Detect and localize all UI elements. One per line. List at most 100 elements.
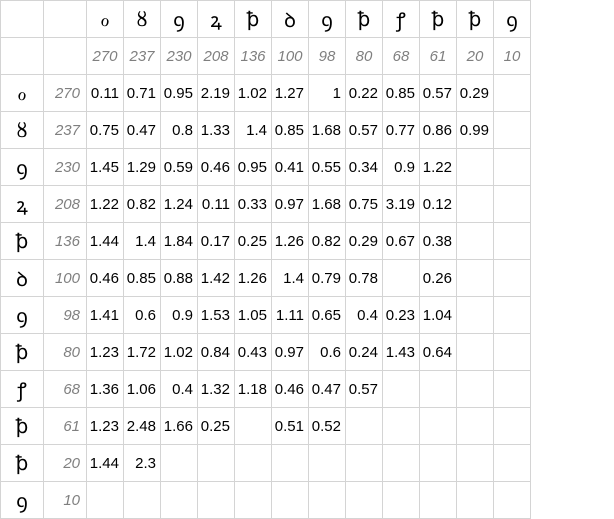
row-count: 20 (44, 445, 87, 482)
table-cell: 0.75 (87, 112, 124, 149)
row-symbol: ꝥ (1, 334, 44, 371)
table-cell: 0.11 (198, 186, 235, 223)
table-cell (235, 408, 272, 445)
row-count: 61 (44, 408, 87, 445)
table-cell: 0.79 (309, 260, 346, 297)
column-symbol: ꝥ (420, 1, 457, 38)
table-cell: 2.3 (124, 445, 161, 482)
row-count: 100 (44, 260, 87, 297)
table-cell (494, 408, 531, 445)
row-symbol: ꝥ (1, 408, 44, 445)
table-cell (420, 408, 457, 445)
column-symbol: ȣ (124, 1, 161, 38)
table-cell: 2.19 (198, 75, 235, 112)
table-cell: 0.65 (309, 297, 346, 334)
table-cell: 1.05 (235, 297, 272, 334)
table-cell: 0.64 (420, 334, 457, 371)
table-cell (457, 149, 494, 186)
table-cell: 1.29 (124, 149, 161, 186)
row-symbol: ꝺ (1, 260, 44, 297)
table-cell (235, 445, 272, 482)
table-cell (457, 371, 494, 408)
table-cell: 1.41 (87, 297, 124, 334)
table-cell (457, 223, 494, 260)
table-cell: 0.43 (235, 334, 272, 371)
table-cell (457, 260, 494, 297)
table-cell (309, 482, 346, 519)
table-cell (383, 371, 420, 408)
row-symbol: ȣ (1, 112, 44, 149)
table-cell: 0.4 (346, 297, 383, 334)
table-cell: 0.11 (87, 75, 124, 112)
table-cell (494, 223, 531, 260)
row-symbol: ℴ (1, 75, 44, 112)
row-count: 208 (44, 186, 87, 223)
column-symbol: ꝭ (383, 1, 420, 38)
column-symbol: ꝯ (494, 1, 531, 38)
table-cell (346, 408, 383, 445)
column-symbol: ꝥ (457, 1, 494, 38)
table-cell: 0.25 (235, 223, 272, 260)
table-cell: 1.44 (87, 445, 124, 482)
column-count: 237 (124, 38, 161, 75)
row-symbol: ꝯ (1, 482, 44, 519)
table-cell: 0.59 (161, 149, 198, 186)
table-cell (161, 482, 198, 519)
column-count: 100 (272, 38, 309, 75)
table-cell: 0.82 (309, 223, 346, 260)
table-cell: 0.57 (420, 75, 457, 112)
table-cell: 0.6 (309, 334, 346, 371)
table-cell: 1.22 (87, 186, 124, 223)
table-cell: 0.9 (161, 297, 198, 334)
table-cell (457, 334, 494, 371)
table-cell: 0.57 (346, 371, 383, 408)
table-cell: 1.33 (198, 112, 235, 149)
table-cell (457, 408, 494, 445)
table-cell: 0.24 (346, 334, 383, 371)
table-cell: 0.57 (346, 112, 383, 149)
row-count: 270 (44, 75, 87, 112)
table-cell: 1.23 (87, 408, 124, 445)
table-cell: 1.04 (420, 297, 457, 334)
table-cell: 1.32 (198, 371, 235, 408)
table-cell: 1.02 (235, 75, 272, 112)
table-cell: 0.29 (457, 75, 494, 112)
table-cell: 0.99 (457, 112, 494, 149)
table-cell (124, 482, 161, 519)
corner-cell (44, 38, 87, 75)
table-cell: 0.85 (272, 112, 309, 149)
column-count: 68 (383, 38, 420, 75)
table-cell: 0.17 (198, 223, 235, 260)
table-cell: 1.24 (161, 186, 198, 223)
table-cell: 0.82 (124, 186, 161, 223)
table-cell: 0.97 (272, 186, 309, 223)
table-cell (494, 149, 531, 186)
table-cell: 0.22 (346, 75, 383, 112)
table-cell: 1.44 (87, 223, 124, 260)
table-cell: 1.4 (124, 223, 161, 260)
table-cell: 0.47 (309, 371, 346, 408)
corner-cell (1, 1, 44, 38)
table-cell (198, 482, 235, 519)
column-symbol: ꝯ (309, 1, 346, 38)
column-count: 98 (309, 38, 346, 75)
table-cell: 0.47 (124, 112, 161, 149)
column-count: 80 (346, 38, 383, 75)
column-count: 270 (87, 38, 124, 75)
table-cell: 0.9 (383, 149, 420, 186)
table-cell: 1.06 (124, 371, 161, 408)
table-cell (494, 260, 531, 297)
table-cell: 1.4 (235, 112, 272, 149)
row-count: 98 (44, 297, 87, 334)
column-count: 208 (198, 38, 235, 75)
table-cell (383, 482, 420, 519)
symbol-matrix-table: ℴ ȣ ꝯ ꝝ ꝥ ꝺ ꝯ ꝥ ꝭ ꝥ ꝥ ꝯ 270 237 230 208 136 100 98 80 68 61 20… (0, 0, 531, 519)
row-count: 68 (44, 371, 87, 408)
table-cell (383, 408, 420, 445)
table-cell (457, 482, 494, 519)
table-cell (346, 445, 383, 482)
table-cell: 1.02 (161, 334, 198, 371)
table-cell: 1.72 (124, 334, 161, 371)
table-cell (494, 445, 531, 482)
table-cell: 0.46 (87, 260, 124, 297)
